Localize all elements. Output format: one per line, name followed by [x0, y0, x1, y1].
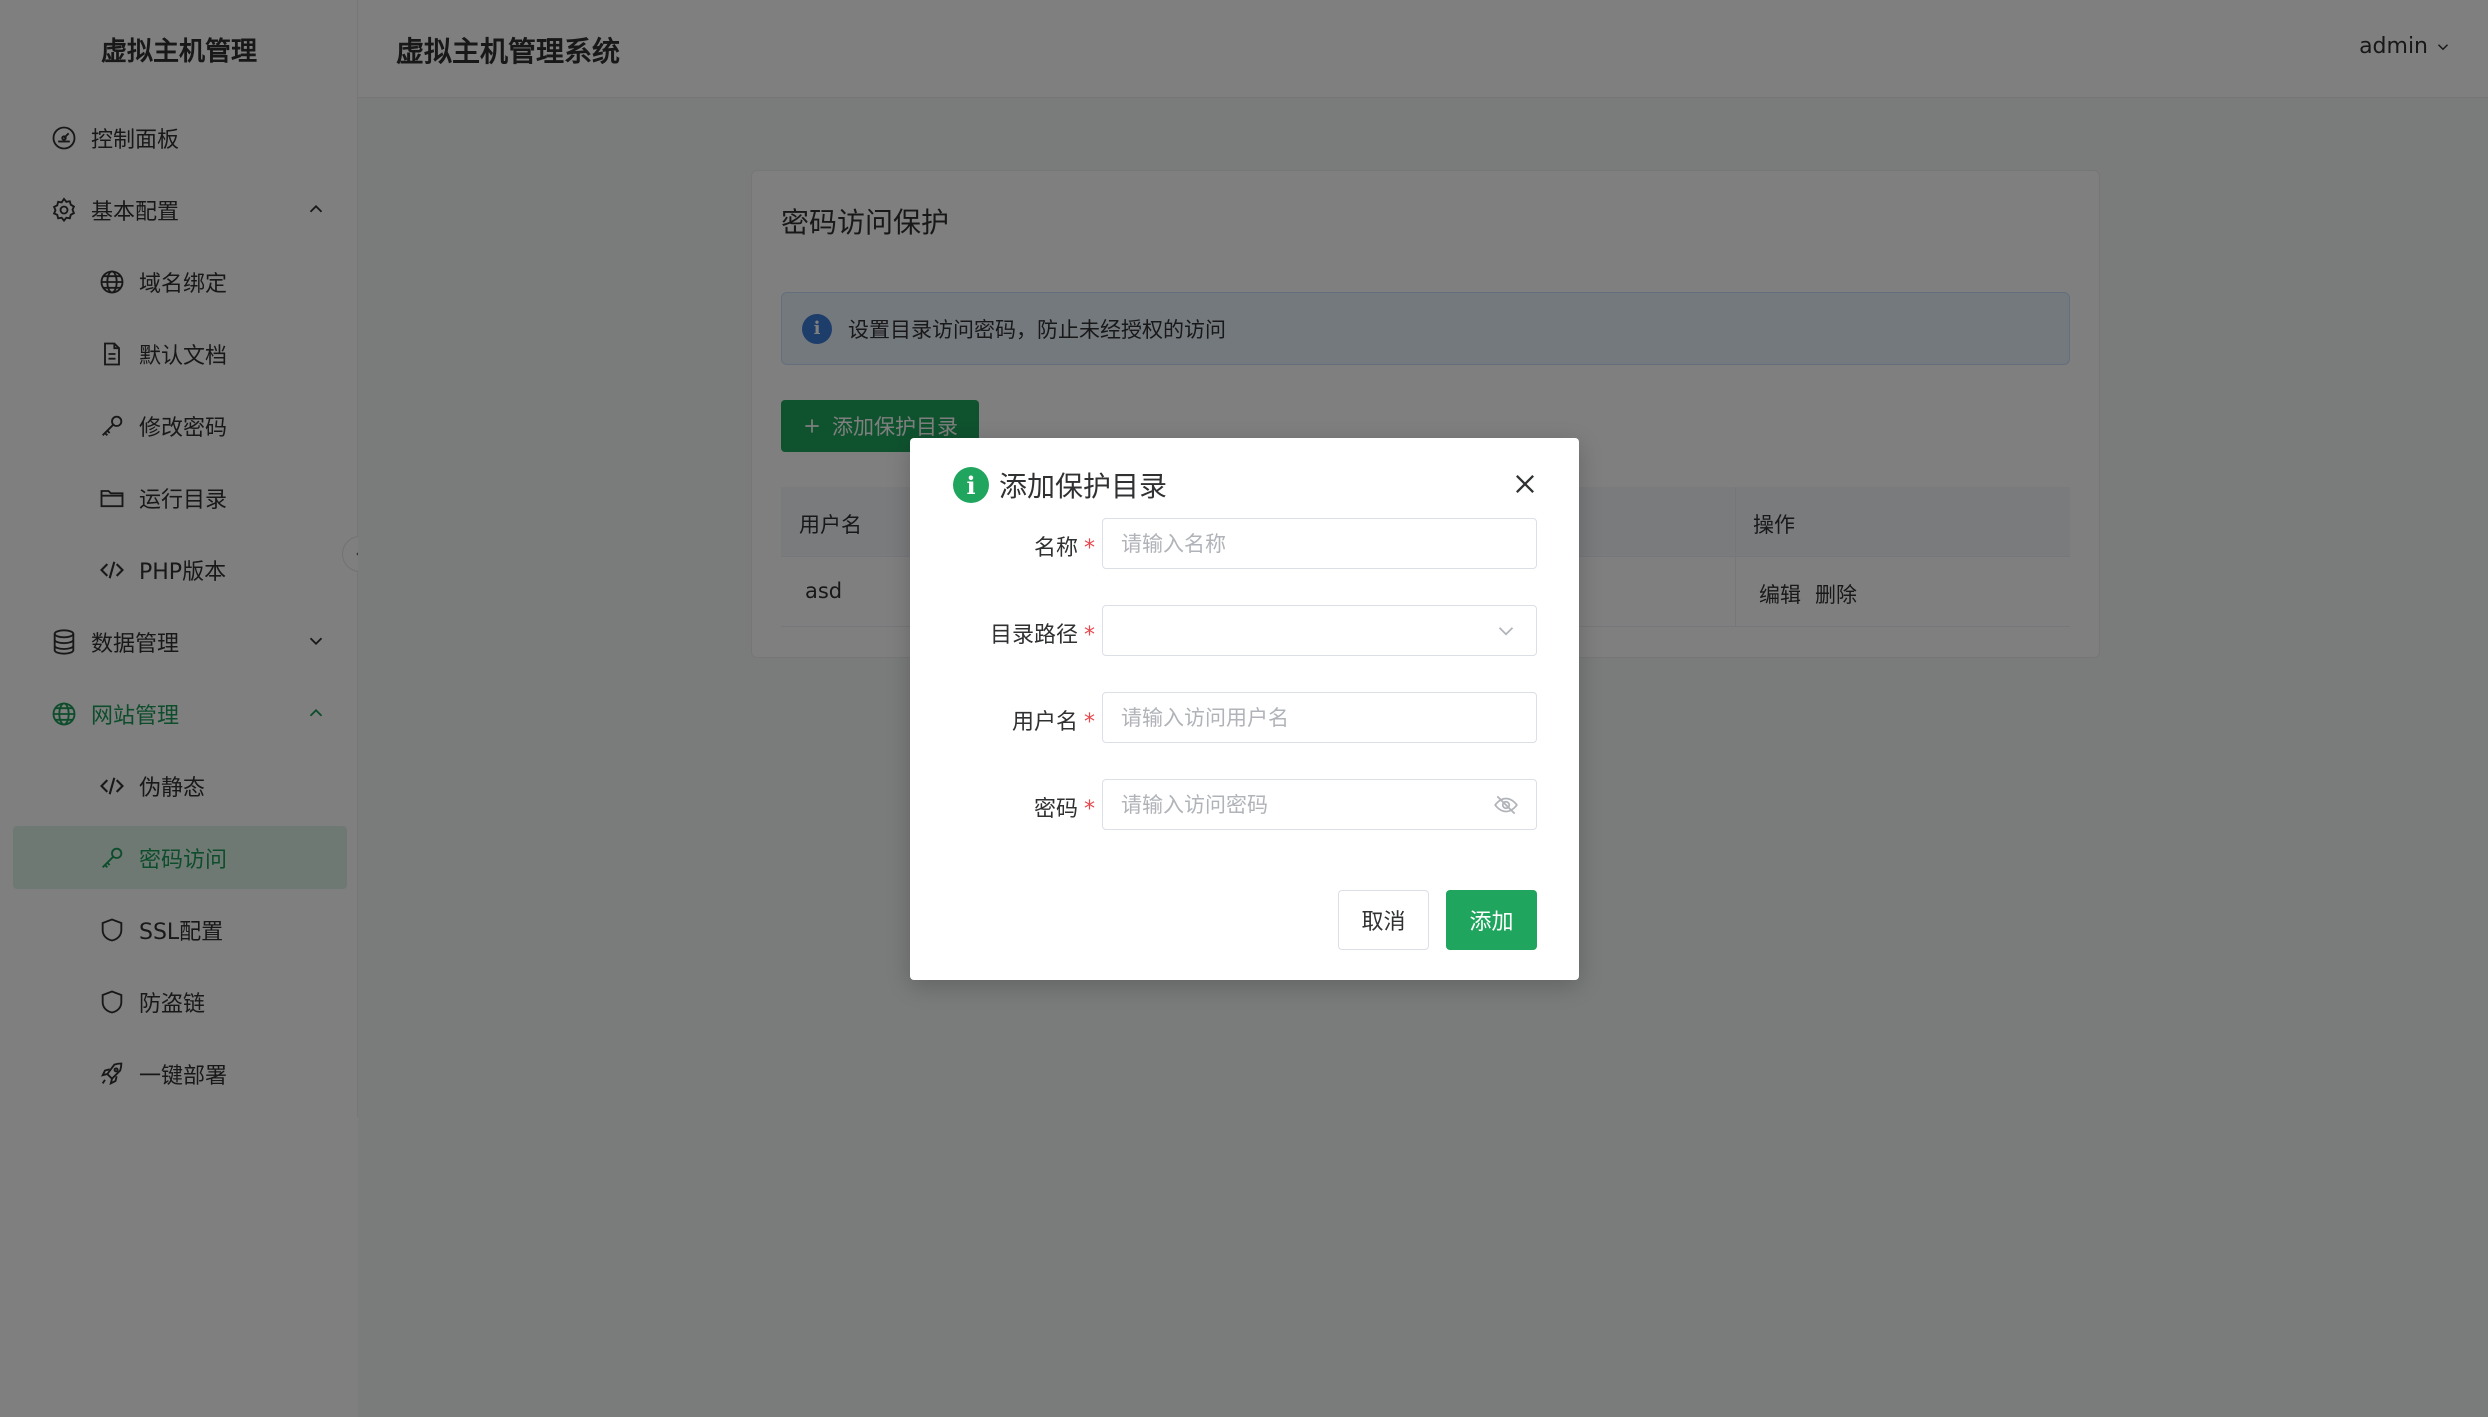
username-input[interactable] — [1102, 692, 1537, 743]
form-row-password: 密码 * — [910, 779, 1579, 830]
info-icon: i — [953, 467, 989, 503]
chevron-down-icon — [1498, 627, 1514, 636]
close-icon[interactable] — [1511, 470, 1539, 498]
form-row-username: 用户名 * — [910, 692, 1579, 743]
path-label: 目录路径 * — [989, 623, 1095, 648]
dialog-title: 添加保护目录 — [999, 470, 1168, 503]
name-input[interactable] — [1102, 518, 1537, 569]
path-select[interactable] — [1102, 605, 1537, 656]
form-row-path: 目录路径 * — [910, 605, 1579, 656]
cancel-button[interactable]: 取消 — [1338, 890, 1429, 950]
add-protected-directory-dialog: i 添加保护目录 名称* 目录路径* 用户名* 密码* 取消 添加 — [910, 438, 1579, 980]
password-input[interactable] — [1102, 779, 1537, 830]
form-row-name: 名称 * — [910, 518, 1579, 569]
eye-off-icon[interactable] — [1493, 792, 1519, 818]
username-label: 用户名 * — [1011, 710, 1095, 735]
confirm-add-button[interactable]: 添加 — [1446, 890, 1537, 950]
dialog-header: i 添加保护目录 — [953, 465, 1167, 505]
name-label: 名称 * — [1033, 536, 1095, 561]
password-label: 密码 * — [1033, 797, 1095, 822]
